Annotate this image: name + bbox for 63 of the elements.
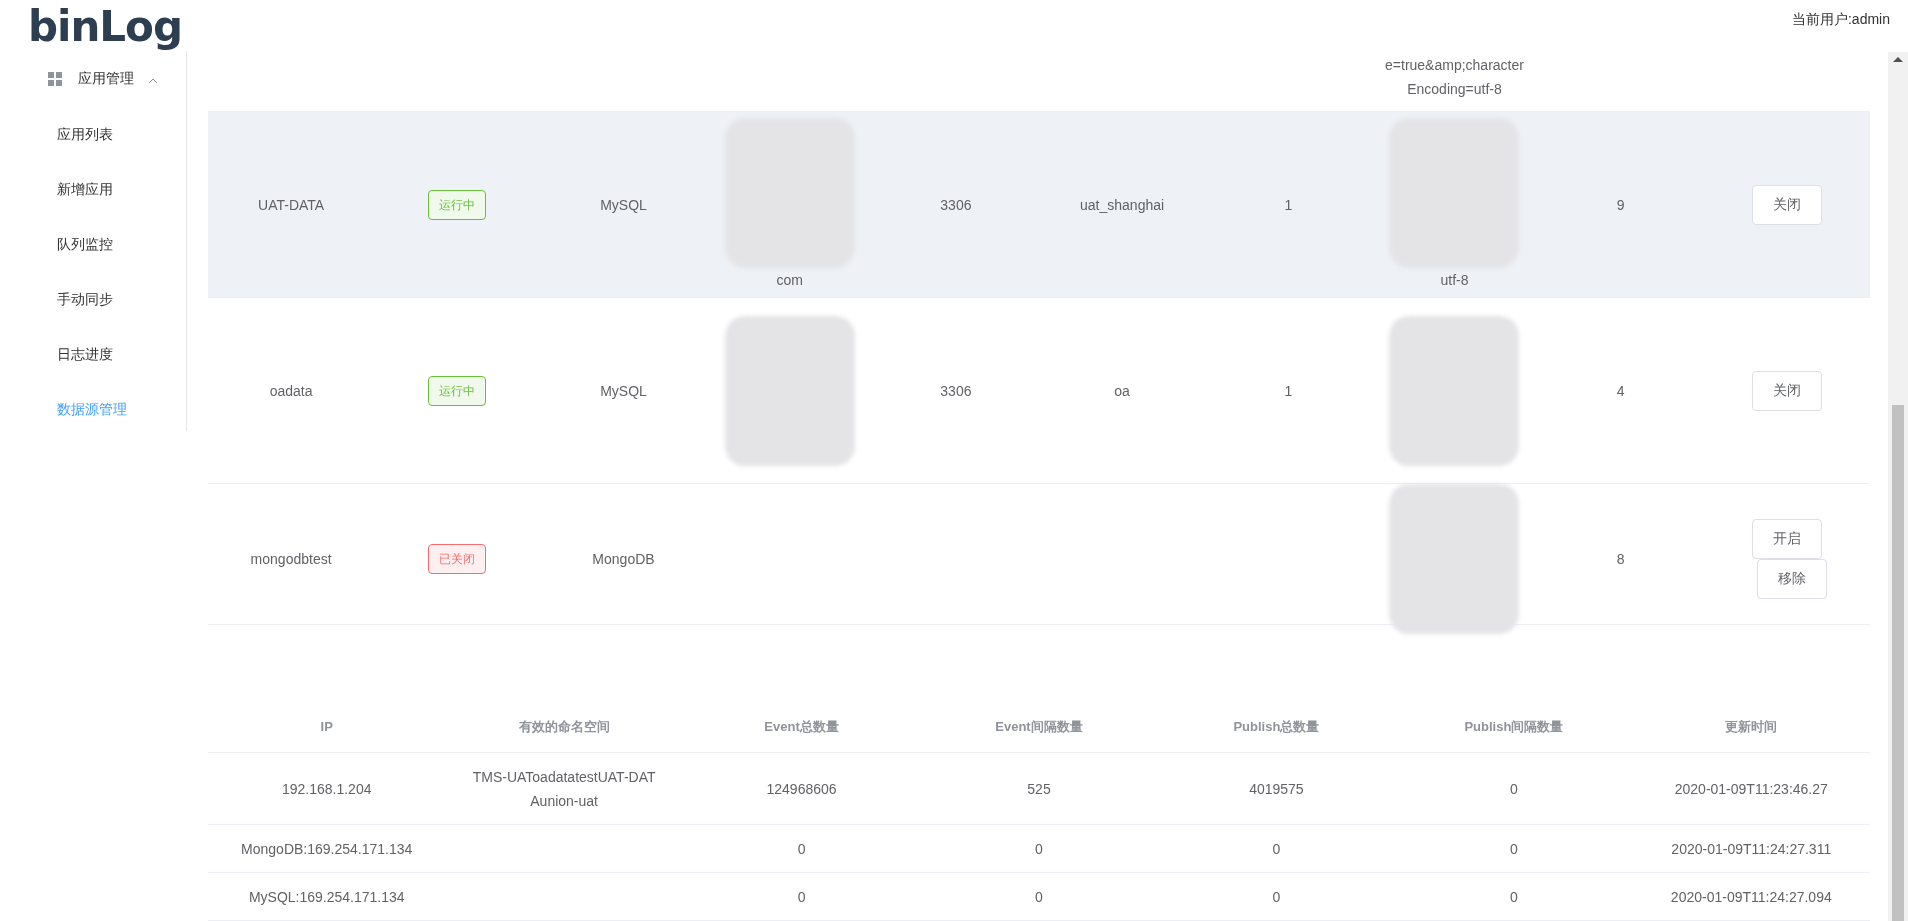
- grid-icon: [48, 72, 62, 86]
- table-cell-text: 0: [1509, 839, 1518, 859]
- table-cell-text: 0: [797, 887, 806, 907]
- table-cell-text: utf-8: [1440, 270, 1469, 290]
- scrollbar[interactable]: [1888, 52, 1908, 921]
- sidebar-item[interactable]: 新增应用: [0, 162, 186, 217]
- table-cell-text: 192.168.1.204: [281, 779, 372, 799]
- table-cell-text: 2020-01-09T11:24:27.311: [1671, 839, 1832, 859]
- column-header: 有效的命名空间: [518, 717, 610, 736]
- table-cell-text: 3306: [940, 195, 972, 215]
- sidebar-item[interactable]: 日志进度: [0, 327, 186, 382]
- table-cell-text: 2020-01-09T11:23:46.27: [1674, 779, 1828, 799]
- action-button[interactable]: 关闭: [1751, 370, 1822, 411]
- sidebar-item[interactable]: 应用列表: [0, 107, 186, 162]
- status-tag: 运行中: [428, 375, 487, 406]
- column-header: Event总数量: [764, 717, 839, 736]
- table-cell-text: 0: [797, 839, 806, 859]
- table-cell-text: TMS-UAToadatatestUAT-DATAunion-uat: [471, 767, 657, 811]
- action-button[interactable]: 关闭: [1751, 184, 1822, 225]
- caret-up-icon: [148, 78, 158, 84]
- table-cell-text: 1: [1284, 195, 1293, 215]
- table-cell-text: 0: [1509, 779, 1518, 799]
- table-cell-text: 3306: [940, 381, 972, 401]
- table-cell-text: 8: [1616, 550, 1625, 569]
- table-cell-text: 9: [1616, 195, 1625, 215]
- column-header: 更新时间: [1725, 717, 1778, 736]
- table-cell-text: 525: [1027, 779, 1051, 799]
- table-cell-text: 124968606: [766, 779, 837, 799]
- table-cell-text: 0: [1509, 887, 1518, 907]
- table-cell-text: 2020-01-09T11:24:27.094: [1670, 887, 1832, 907]
- column-header: IP: [320, 717, 333, 736]
- table-cell-text: MySQL: [600, 195, 647, 215]
- app-logo: binLog: [28, 1, 183, 51]
- table-cell-text: oadata: [269, 381, 313, 401]
- current-user: 当前用户:admin: [1791, 11, 1890, 29]
- table-cell-text: e=true&amp;character: [1385, 56, 1524, 75]
- column-header: Event间隔数量: [995, 717, 1083, 736]
- status-tag: 运行中: [428, 189, 487, 220]
- table-cell-text: oa: [1114, 381, 1130, 401]
- table-cell-text: Encoding=utf-8: [1407, 80, 1502, 99]
- table-cell-text: com: [776, 270, 803, 290]
- table-cell-text: MySQL: [600, 381, 647, 401]
- menu-group-header[interactable]: 应用管理: [0, 51, 186, 107]
- column-header: Publish总数量: [1233, 717, 1320, 736]
- table-cell-text: 4019575: [1249, 779, 1304, 799]
- table-cell-text: 1: [1284, 381, 1293, 401]
- action-button[interactable]: 移除: [1756, 559, 1827, 599]
- table-cell-text: MongoDB: [592, 550, 655, 569]
- table-cell-text: mongodbtest: [250, 550, 332, 569]
- table-cell-text: MySQL:169.254.171.134: [248, 887, 405, 907]
- status-tag: 已关闭: [428, 544, 487, 574]
- table-cell-text: 0: [1272, 887, 1281, 907]
- action-button[interactable]: 开启: [1751, 519, 1822, 559]
- column-header: Publish间隔数量: [1464, 717, 1564, 736]
- table-cell-text: 0: [1272, 839, 1281, 859]
- sidebar-item[interactable]: 队列监控: [0, 217, 186, 272]
- table-cell-text: 4: [1616, 381, 1625, 401]
- table-cell-text: 0: [1035, 887, 1043, 907]
- table-cell-text: MongoDB:169.254.171.134: [241, 839, 413, 859]
- table-cell-text: uat_shanghai: [1080, 195, 1165, 215]
- sidebar-item[interactable]: 手动同步: [0, 272, 186, 327]
- table-cell-text: UAT-DATA: [258, 195, 325, 215]
- table-cell-text: 0: [1035, 839, 1043, 859]
